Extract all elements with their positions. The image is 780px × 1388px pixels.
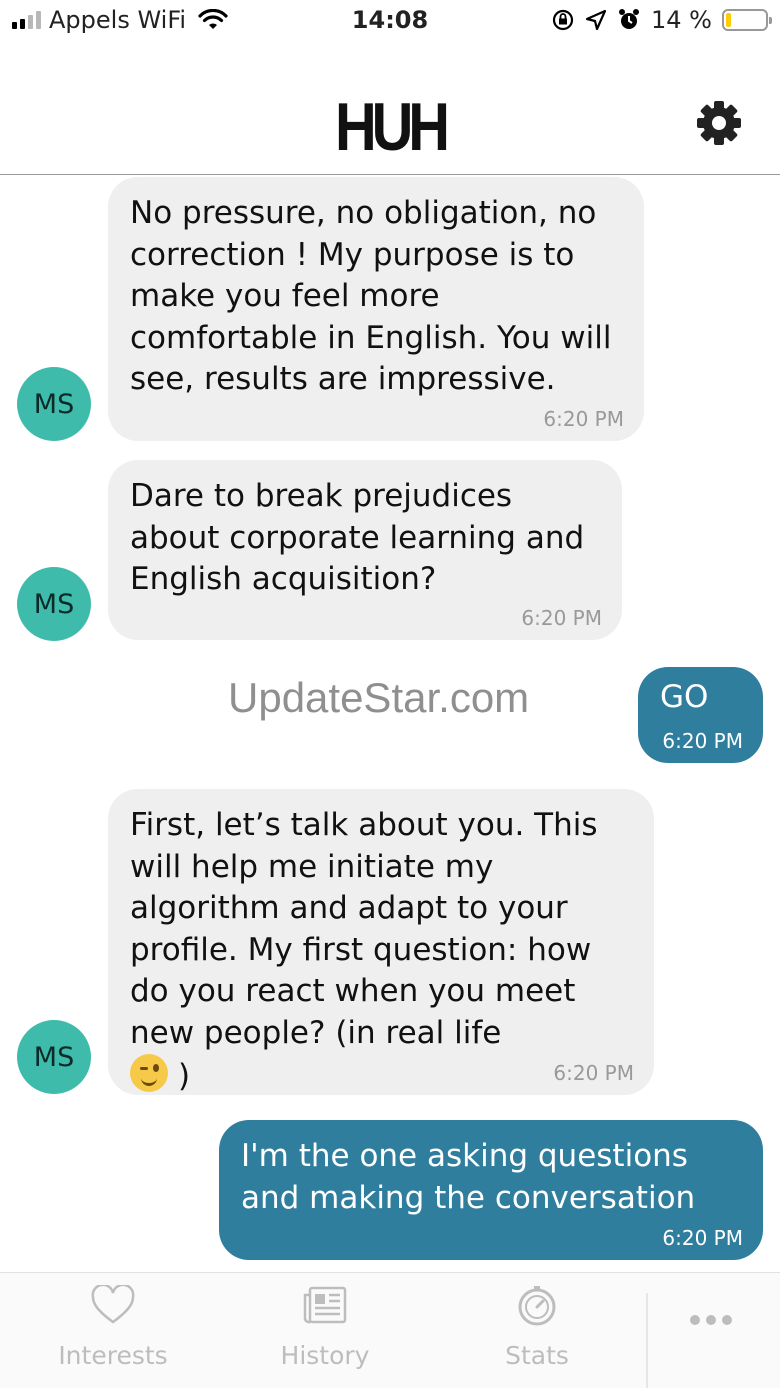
watermark: UpdateStar.com: [228, 674, 530, 721]
tab-bar: Interests History Stats: [0, 1272, 780, 1388]
tab-history[interactable]: History: [232, 1273, 418, 1388]
battery-level: [726, 13, 731, 27]
message-text-body: First, let’s talk about you. This will h…: [130, 807, 598, 1051]
message-time: 6:20 PM: [543, 407, 624, 431]
chat-thread[interactable]: No pressure, no obligation, no correctio…: [0, 175, 780, 1272]
stopwatch-icon: [518, 1286, 556, 1326]
tab-label: Interests: [58, 1341, 168, 1370]
status-bar: Appels WiFi 14:08 14 %: [0, 0, 780, 44]
orientation-lock-icon: [552, 9, 574, 31]
bot-message-bubble: No pressure, no obligation, no correctio…: [108, 177, 644, 441]
more-dots-icon: [690, 1315, 732, 1325]
battery-percent: 14 %: [651, 6, 712, 34]
avatar: MS: [17, 1020, 91, 1094]
app-logo: HUH: [335, 89, 450, 165]
message-text: GO: [660, 679, 709, 715]
tab-stats[interactable]: Stats: [444, 1273, 630, 1388]
message-time: 6:20 PM: [553, 1061, 634, 1085]
message-time: 6:20 PM: [521, 606, 602, 630]
message-text: No pressure, no obligation, no correctio…: [130, 195, 612, 397]
alarm-clock-icon: [619, 9, 640, 29]
avatar: MS: [17, 367, 91, 441]
tab-interests[interactable]: Interests: [20, 1273, 206, 1388]
message-text: First, let’s talk about you. This will h…: [130, 805, 632, 1098]
tab-label: Stats: [505, 1341, 569, 1370]
battery-icon: [722, 9, 772, 31]
message-time: 6:20 PM: [662, 1226, 743, 1250]
tab-label: History: [280, 1341, 370, 1370]
winking-face-emoji: [130, 1054, 168, 1092]
app-header: HUH: [0, 44, 780, 175]
gear-icon[interactable]: [696, 100, 742, 146]
location-arrow-icon: [585, 9, 607, 31]
tab-more[interactable]: [646, 1293, 780, 1388]
heart-icon: [91, 1285, 135, 1324]
message-time: 6:20 PM: [662, 729, 743, 753]
user-message-bubble: GO 6:20 PM: [638, 667, 763, 763]
bot-message-bubble: First, let’s talk about you. This will h…: [108, 789, 654, 1095]
user-message-bubble: I'm the one asking questions and making …: [219, 1120, 763, 1260]
newspaper-icon: [303, 1286, 347, 1324]
message-text-end: ): [178, 1058, 191, 1094]
bot-message-bubble: Dare to break prejudices about corporate…: [108, 460, 622, 640]
avatar: MS: [17, 567, 91, 641]
message-text: Dare to break prejudices about corporate…: [130, 478, 585, 597]
status-right: 14 %: [551, 6, 772, 34]
message-text: I'm the one asking questions and making …: [241, 1138, 696, 1216]
